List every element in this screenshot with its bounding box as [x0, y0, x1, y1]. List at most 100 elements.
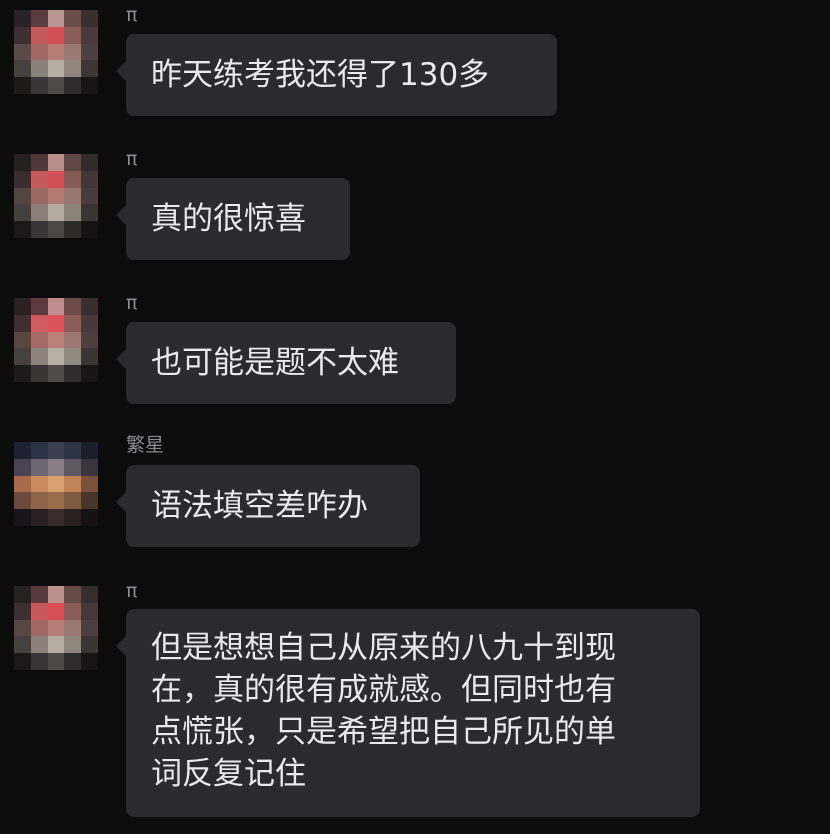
- message-bubble[interactable]: 语法填空差咋办: [116, 465, 420, 547]
- avatar-pixel: [14, 154, 31, 171]
- avatar-pixel: [14, 43, 31, 61]
- avatar-pixel: [30, 619, 48, 637]
- avatar-pixel: [64, 170, 82, 188]
- avatar-pixel: [14, 619, 31, 637]
- avatar-pixel: [64, 43, 82, 61]
- message-line: 但是想想自己从原来的八九十到现: [151, 630, 616, 666]
- avatar-pixel: [47, 43, 65, 61]
- avatar-pixel: [64, 154, 82, 171]
- avatar-pixel: [47, 458, 65, 476]
- avatar-pixel: [47, 348, 65, 366]
- message-bubble[interactable]: 但是想想自己从原来的八九十到现 在，真的很有成就感。但同时也有 点慌张，只是希望…: [116, 609, 700, 817]
- avatar-pixel: [81, 442, 98, 459]
- avatar-pixel: [81, 365, 98, 382]
- sender-name: π: [126, 292, 138, 314]
- avatar-pixel: [14, 586, 31, 603]
- avatar-pixel: [47, 298, 65, 315]
- avatar-pixel: [30, 365, 48, 382]
- avatar-pixel: [30, 586, 48, 603]
- avatar-pixel: [64, 187, 82, 205]
- sender-name: π: [126, 4, 138, 26]
- avatar-pixel: [30, 636, 48, 654]
- avatar-pixel: [14, 636, 31, 654]
- message-line: 词反复记住: [151, 756, 306, 792]
- avatar-pixel: [47, 365, 65, 382]
- avatar-pixel: [30, 475, 48, 493]
- avatar-pixel: [81, 204, 98, 222]
- avatar-pixel: [81, 475, 98, 493]
- avatar-pixel: [14, 509, 31, 526]
- avatar-pixel: [81, 10, 98, 27]
- avatar-pixel: [81, 348, 98, 366]
- avatar-pixel: [47, 475, 65, 493]
- avatar-pixel: [30, 314, 48, 332]
- avatar-pixel: [14, 442, 31, 459]
- avatar-pixel: [64, 492, 82, 510]
- avatar-pixel: [14, 10, 31, 27]
- avatar-pixel: [47, 170, 65, 188]
- avatar[interactable]: [14, 442, 98, 526]
- message-line: 在，真的很有成就感。但同时也有: [151, 672, 616, 708]
- avatar-pixel: [30, 221, 48, 238]
- avatar-pixel: [81, 26, 98, 44]
- message-bubble[interactable]: 真的很惊喜: [116, 178, 350, 260]
- avatar-pixel: [64, 60, 82, 78]
- avatar-pixel: [47, 653, 65, 670]
- avatar-pixel: [64, 204, 82, 222]
- avatar-pixel: [14, 60, 31, 78]
- avatar-pixel: [47, 154, 65, 171]
- avatar-pixel: [64, 348, 82, 366]
- avatar-pixel: [14, 458, 31, 476]
- avatar-pixel: [64, 314, 82, 332]
- avatar[interactable]: [14, 154, 98, 238]
- avatar-pixel: [47, 221, 65, 238]
- avatar-pixel: [14, 365, 31, 382]
- avatar-pixel: [14, 492, 31, 510]
- avatar-pixel: [47, 492, 65, 510]
- avatar-pixel: [47, 509, 65, 526]
- avatar-pixel: [64, 475, 82, 493]
- avatar-pixel: [14, 602, 31, 620]
- avatar-pixel: [14, 314, 31, 332]
- avatar-pixel: [47, 636, 65, 654]
- avatar-pixel: [30, 298, 48, 315]
- avatar-pixel: [64, 653, 82, 670]
- message-line: 点慌张，只是希望把自己所见的单: [151, 714, 616, 750]
- avatar-pixel: [30, 348, 48, 366]
- avatar-pixel: [81, 314, 98, 332]
- avatar-pixel: [47, 602, 65, 620]
- avatar-pixel: [81, 602, 98, 620]
- avatar[interactable]: [14, 10, 98, 94]
- avatar-pixel: [47, 26, 65, 44]
- message-bubble[interactable]: 也可能是题不太难: [116, 322, 456, 404]
- avatar-pixel: [30, 204, 48, 222]
- avatar-pixel: [81, 619, 98, 637]
- avatar-pixel: [14, 653, 31, 670]
- avatar-pixel: [30, 187, 48, 205]
- avatar-pixel: [14, 475, 31, 493]
- avatar-pixel: [64, 442, 82, 459]
- avatar-pixel: [30, 442, 48, 459]
- avatar-pixel: [30, 43, 48, 61]
- avatar[interactable]: [14, 586, 98, 670]
- message-bubble[interactable]: 昨天练考我还得了130多: [116, 34, 557, 116]
- avatar-pixel: [64, 619, 82, 637]
- avatar-pixel: [30, 154, 48, 171]
- avatar-pixel: [30, 10, 48, 27]
- avatar-pixel: [81, 187, 98, 205]
- avatar-pixel: [47, 187, 65, 205]
- avatar-pixel: [64, 365, 82, 382]
- avatar-pixel: [30, 602, 48, 620]
- avatar-pixel: [64, 26, 82, 44]
- avatar-pixel: [64, 509, 82, 526]
- avatar-pixel: [64, 10, 82, 27]
- avatar-pixel: [47, 586, 65, 603]
- avatar-pixel: [81, 60, 98, 78]
- avatar[interactable]: [14, 298, 98, 382]
- avatar-pixel: [14, 187, 31, 205]
- sender-name: π: [126, 580, 138, 602]
- avatar-pixel: [64, 298, 82, 315]
- avatar-pixel: [30, 331, 48, 349]
- avatar-pixel: [81, 636, 98, 654]
- avatar-pixel: [64, 221, 82, 238]
